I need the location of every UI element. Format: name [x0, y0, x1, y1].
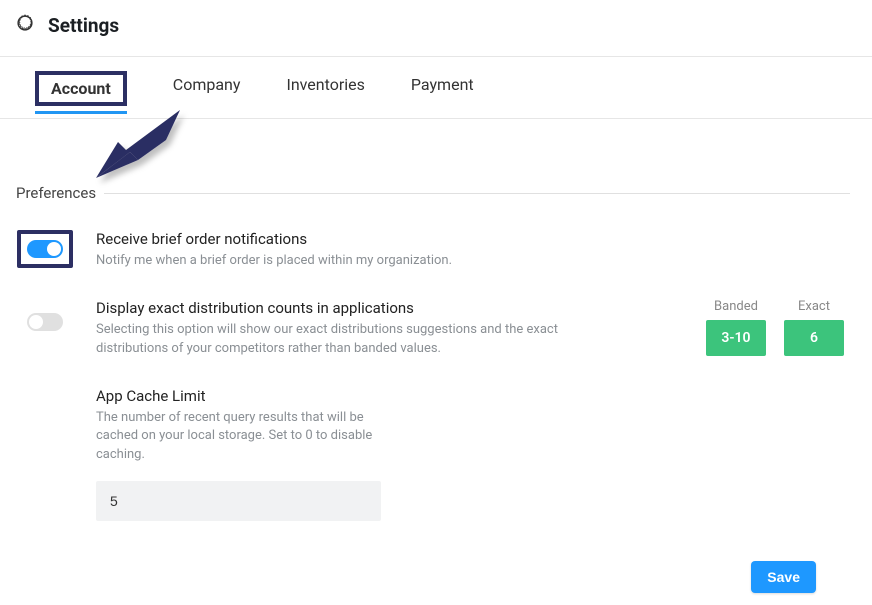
exact-value: 6 [784, 320, 844, 356]
tab-company[interactable]: Company [173, 71, 241, 106]
save-button[interactable]: Save [751, 561, 816, 593]
cache-limit-input[interactable] [96, 481, 381, 521]
toggle-notify[interactable] [27, 240, 63, 258]
toggle-distribution[interactable] [27, 313, 63, 331]
banded-value: 3-10 [706, 320, 766, 356]
distribution-examples: Banded 3-10 Exact 6 [706, 299, 850, 356]
pref-notify-desc: Notify me when a brief order is placed w… [96, 252, 626, 271]
gear-icon [14, 12, 36, 38]
divider [104, 193, 850, 194]
banded-label: Banded [714, 299, 758, 314]
pref-notify-row: Receive brief order notifications Notify… [16, 230, 850, 271]
highlight-frame [17, 230, 73, 268]
exact-label: Exact [798, 299, 830, 314]
page-title: Settings [48, 14, 119, 37]
section-title: Preferences [16, 184, 96, 202]
pref-cache-title: App Cache Limit [96, 387, 626, 405]
pref-cache-row: App Cache Limit The number of recent que… [16, 387, 850, 522]
section-header: Preferences [16, 184, 850, 202]
tabs-bar: Account Company Inventories Payment [0, 56, 872, 119]
tab-account[interactable]: Account [35, 71, 127, 106]
pref-distribution-title: Display exact distribution counts in app… [96, 299, 626, 317]
pref-distribution-desc: Selecting this option will show our exac… [96, 321, 626, 359]
pref-cache-desc: The number of recent query results that … [96, 409, 396, 466]
page-header: Settings [0, 0, 872, 56]
tab-payment[interactable]: Payment [411, 71, 474, 106]
pref-distribution-row: Display exact distribution counts in app… [16, 299, 850, 359]
pref-notify-title: Receive brief order notifications [96, 230, 626, 248]
tab-inventories[interactable]: Inventories [286, 71, 364, 106]
